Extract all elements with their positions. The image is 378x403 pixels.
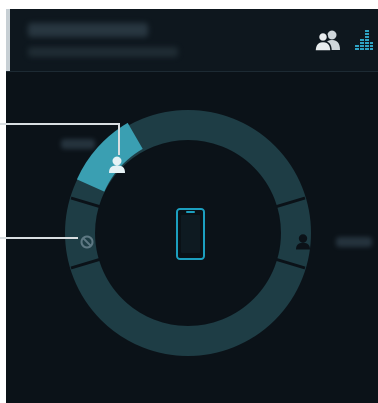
equalizer-icon[interactable] [355,27,373,51]
callout-line-top-vertical [118,123,120,155]
header-title-blurred [28,23,148,37]
phone-earpiece [186,211,195,213]
header [6,9,378,72]
callout-line-top [0,123,120,125]
phone-icon [176,208,205,260]
header-accent [6,9,10,71]
callout-line-left [0,237,78,239]
header-subtitle-blurred [28,47,178,57]
contacts-icon[interactable] [314,29,342,51]
right-label-blurred [336,237,372,247]
phone-screen [181,215,200,253]
